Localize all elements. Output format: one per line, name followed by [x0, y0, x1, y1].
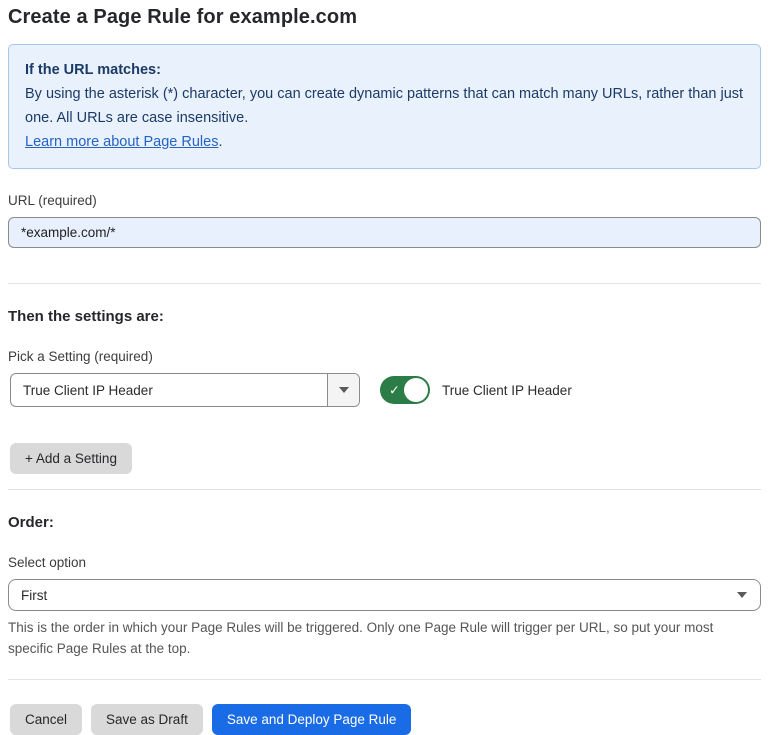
order-section-heading: Order: — [8, 514, 761, 531]
form-actions: Cancel Save as Draft Save and Deploy Pag… — [10, 704, 761, 735]
setting-row: True Client IP Header ✓ True Client IP H… — [8, 373, 761, 407]
toggle-knob — [404, 378, 428, 402]
setting-select-dropdown-button[interactable] — [327, 374, 359, 406]
order-select-caret — [724, 592, 760, 598]
page-title: Create a Page Rule for example.com — [8, 6, 761, 29]
order-select-value: First — [9, 588, 724, 603]
setting-toggle-group: ✓ True Client IP Header — [380, 376, 572, 404]
setting-select[interactable]: True Client IP Header — [10, 373, 360, 407]
divider — [8, 283, 761, 284]
chevron-down-icon — [339, 387, 349, 393]
cancel-button[interactable]: Cancel — [10, 704, 82, 735]
true-client-ip-toggle[interactable]: ✓ — [380, 376, 430, 404]
info-box-link-line: Learn more about Page Rules. — [25, 130, 744, 154]
info-box-heading: If the URL matches: — [25, 58, 744, 82]
toggle-label: True Client IP Header — [442, 383, 572, 398]
url-match-info-box: If the URL matches: By using the asteris… — [8, 44, 761, 169]
chevron-down-icon — [737, 592, 747, 598]
save-draft-button[interactable]: Save as Draft — [91, 704, 203, 735]
divider — [8, 679, 761, 680]
learn-more-link[interactable]: Learn more about Page Rules — [25, 134, 218, 150]
url-field-label: URL (required) — [8, 193, 761, 208]
info-box-body: By using the asterisk (*) character, you… — [25, 82, 744, 130]
add-setting-button[interactable]: + Add a Setting — [10, 443, 132, 474]
setting-select-value: True Client IP Header — [11, 383, 327, 398]
save-deploy-button[interactable]: Save and Deploy Page Rule — [212, 704, 412, 735]
url-input[interactable] — [8, 217, 761, 248]
link-suffix: . — [218, 134, 222, 150]
create-page-rule-form: Create a Page Rule for example.com If th… — [0, 0, 769, 735]
setting-picker-label: Pick a Setting (required) — [8, 349, 761, 364]
settings-section-heading: Then the settings are: — [8, 308, 761, 325]
order-help-text: This is the order in which your Page Rul… — [8, 617, 761, 659]
check-icon: ✓ — [389, 384, 400, 397]
order-select-label: Select option — [8, 555, 761, 570]
order-select[interactable]: First — [8, 579, 761, 611]
divider — [8, 489, 761, 490]
